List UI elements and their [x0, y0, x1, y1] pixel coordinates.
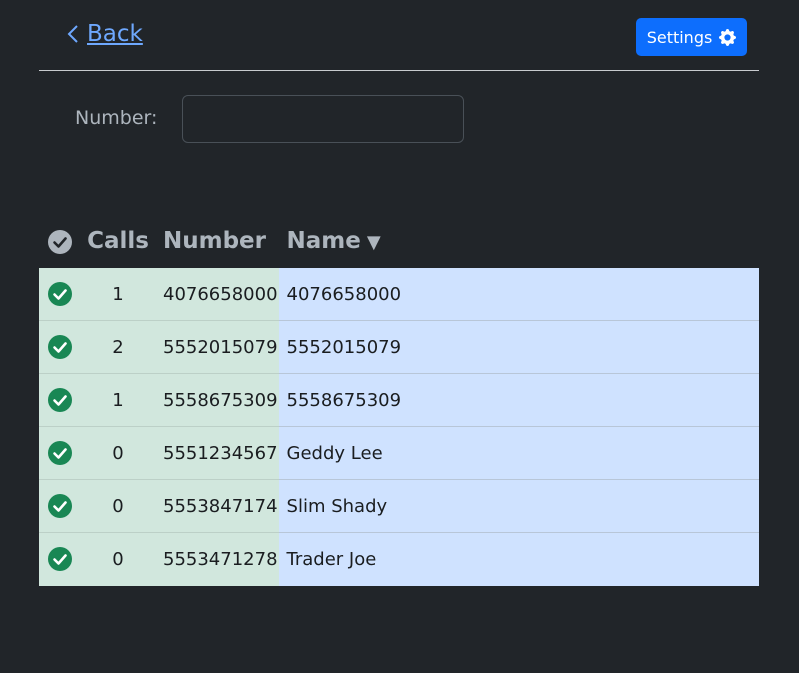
column-header-name[interactable]: Name ▼	[278, 215, 759, 268]
column-header-calls-label: Calls	[87, 228, 149, 254]
select-all-checkbox[interactable]	[39, 215, 81, 268]
column-header-calls[interactable]: Calls	[81, 215, 155, 268]
chevron-left-icon	[67, 25, 78, 43]
cell-calls: 0	[81, 532, 155, 586]
check-circle-icon	[48, 494, 72, 518]
number-input[interactable]	[182, 95, 464, 143]
check-circle-icon	[48, 547, 72, 572]
check-circle-icon	[48, 229, 72, 254]
gear-icon	[719, 28, 737, 46]
check-circle-icon	[48, 282, 72, 306]
row-checkbox[interactable]	[39, 320, 81, 374]
table-row[interactable]: 0 5551234567 Geddy Lee	[39, 426, 759, 480]
calls-table: Calls Number Name ▼ 1 4076658000 40766580…	[39, 215, 759, 586]
cell-name: 4076658000	[278, 267, 759, 321]
column-header-number[interactable]: Number	[155, 215, 279, 268]
cell-number: 5551234567	[155, 426, 279, 480]
table-row[interactable]: 1 5558675309 5558675309	[39, 373, 759, 427]
table-row[interactable]: 0 5553847174 Slim Shady	[39, 479, 759, 533]
cell-calls: 0	[81, 479, 155, 533]
check-circle-icon	[48, 441, 72, 465]
cell-name: 5558675309	[278, 373, 759, 427]
column-header-name-label: Name	[286, 228, 361, 254]
top-bar: Back Settings	[39, 0, 759, 71]
check-circle-icon	[48, 335, 72, 359]
row-checkbox[interactable]	[39, 267, 81, 321]
row-checkbox[interactable]	[39, 532, 81, 586]
row-checkbox[interactable]	[39, 479, 81, 533]
cell-calls: 1	[81, 373, 155, 427]
table-row[interactable]: 2 5552015079 5552015079	[39, 320, 759, 374]
column-header-number-label: Number	[163, 228, 266, 254]
back-link[interactable]: Back	[67, 21, 143, 47]
settings-label: Settings	[646, 27, 713, 47]
settings-button[interactable]: Settings	[636, 18, 747, 56]
cell-calls: 0	[81, 426, 155, 480]
table-row[interactable]: 1 4076658000 4076658000	[39, 267, 759, 321]
number-label: Number:	[75, 107, 158, 129]
cell-number: 5558675309	[155, 373, 279, 427]
cell-number: 5552015079	[155, 320, 279, 374]
cell-number: 4076658000	[155, 267, 279, 321]
row-checkbox[interactable]	[39, 373, 81, 427]
back-label: Back	[87, 21, 143, 47]
cell-name: Geddy Lee	[278, 426, 759, 480]
cell-name: Trader Joe	[278, 532, 759, 586]
sort-descending-icon: ▼	[366, 232, 381, 253]
check-circle-icon	[48, 388, 72, 412]
cell-calls: 1	[81, 267, 155, 321]
cell-name: 5552015079	[278, 320, 759, 374]
cell-name: Slim Shady	[278, 479, 759, 533]
table-header-row: Calls Number Name ▼	[39, 215, 759, 268]
cell-number: 5553847174	[155, 479, 279, 533]
cell-calls: 2	[81, 320, 155, 374]
row-checkbox[interactable]	[39, 426, 81, 480]
cell-number: 5553471278	[155, 532, 279, 586]
table-row[interactable]: 0 5553471278 Trader Joe	[39, 532, 759, 586]
